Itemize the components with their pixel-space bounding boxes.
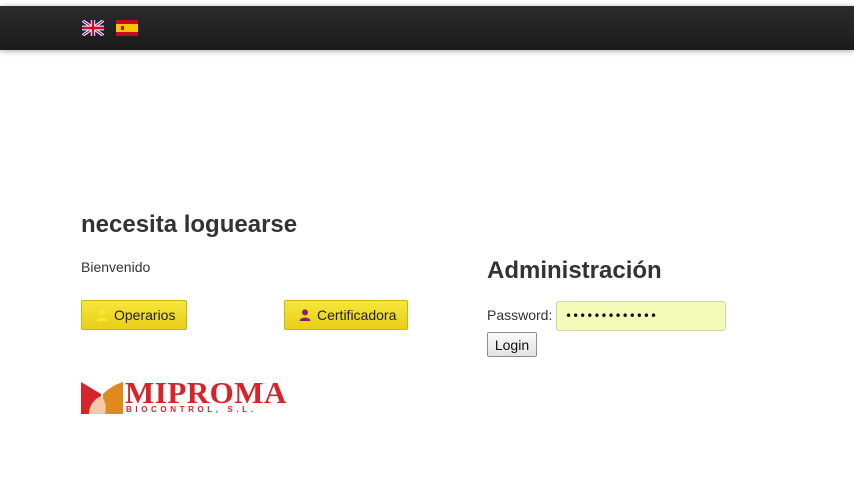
uk-flag-icon[interactable] — [82, 20, 104, 36]
certificadora-label: Certificadora — [317, 307, 397, 323]
user-icon — [96, 309, 108, 321]
password-input[interactable] — [556, 301, 726, 331]
certificadora-button[interactable]: Certificadora — [284, 300, 408, 330]
navbar — [0, 6, 854, 50]
welcome-text: Bienvenido — [81, 259, 151, 275]
logo-emblem-icon — [81, 382, 123, 414]
operarios-label: Operarios — [114, 307, 176, 323]
password-label: Password: — [487, 307, 553, 323]
spain-flag-icon[interactable] — [116, 20, 138, 36]
admin-title: Administración — [487, 257, 662, 284]
miproma-logo: MIPROMA BIOCONTROL, S.L. — [81, 377, 286, 416]
logo-subtitle: BIOCONTROL, S.L. — [126, 405, 257, 414]
login-button[interactable]: Login — [487, 332, 537, 357]
operarios-button[interactable]: Operarios — [81, 300, 187, 330]
user-icon — [299, 309, 311, 321]
logo-name: MIPROMA — [125, 375, 287, 410]
page-title: necesita loguearse — [81, 211, 298, 238]
